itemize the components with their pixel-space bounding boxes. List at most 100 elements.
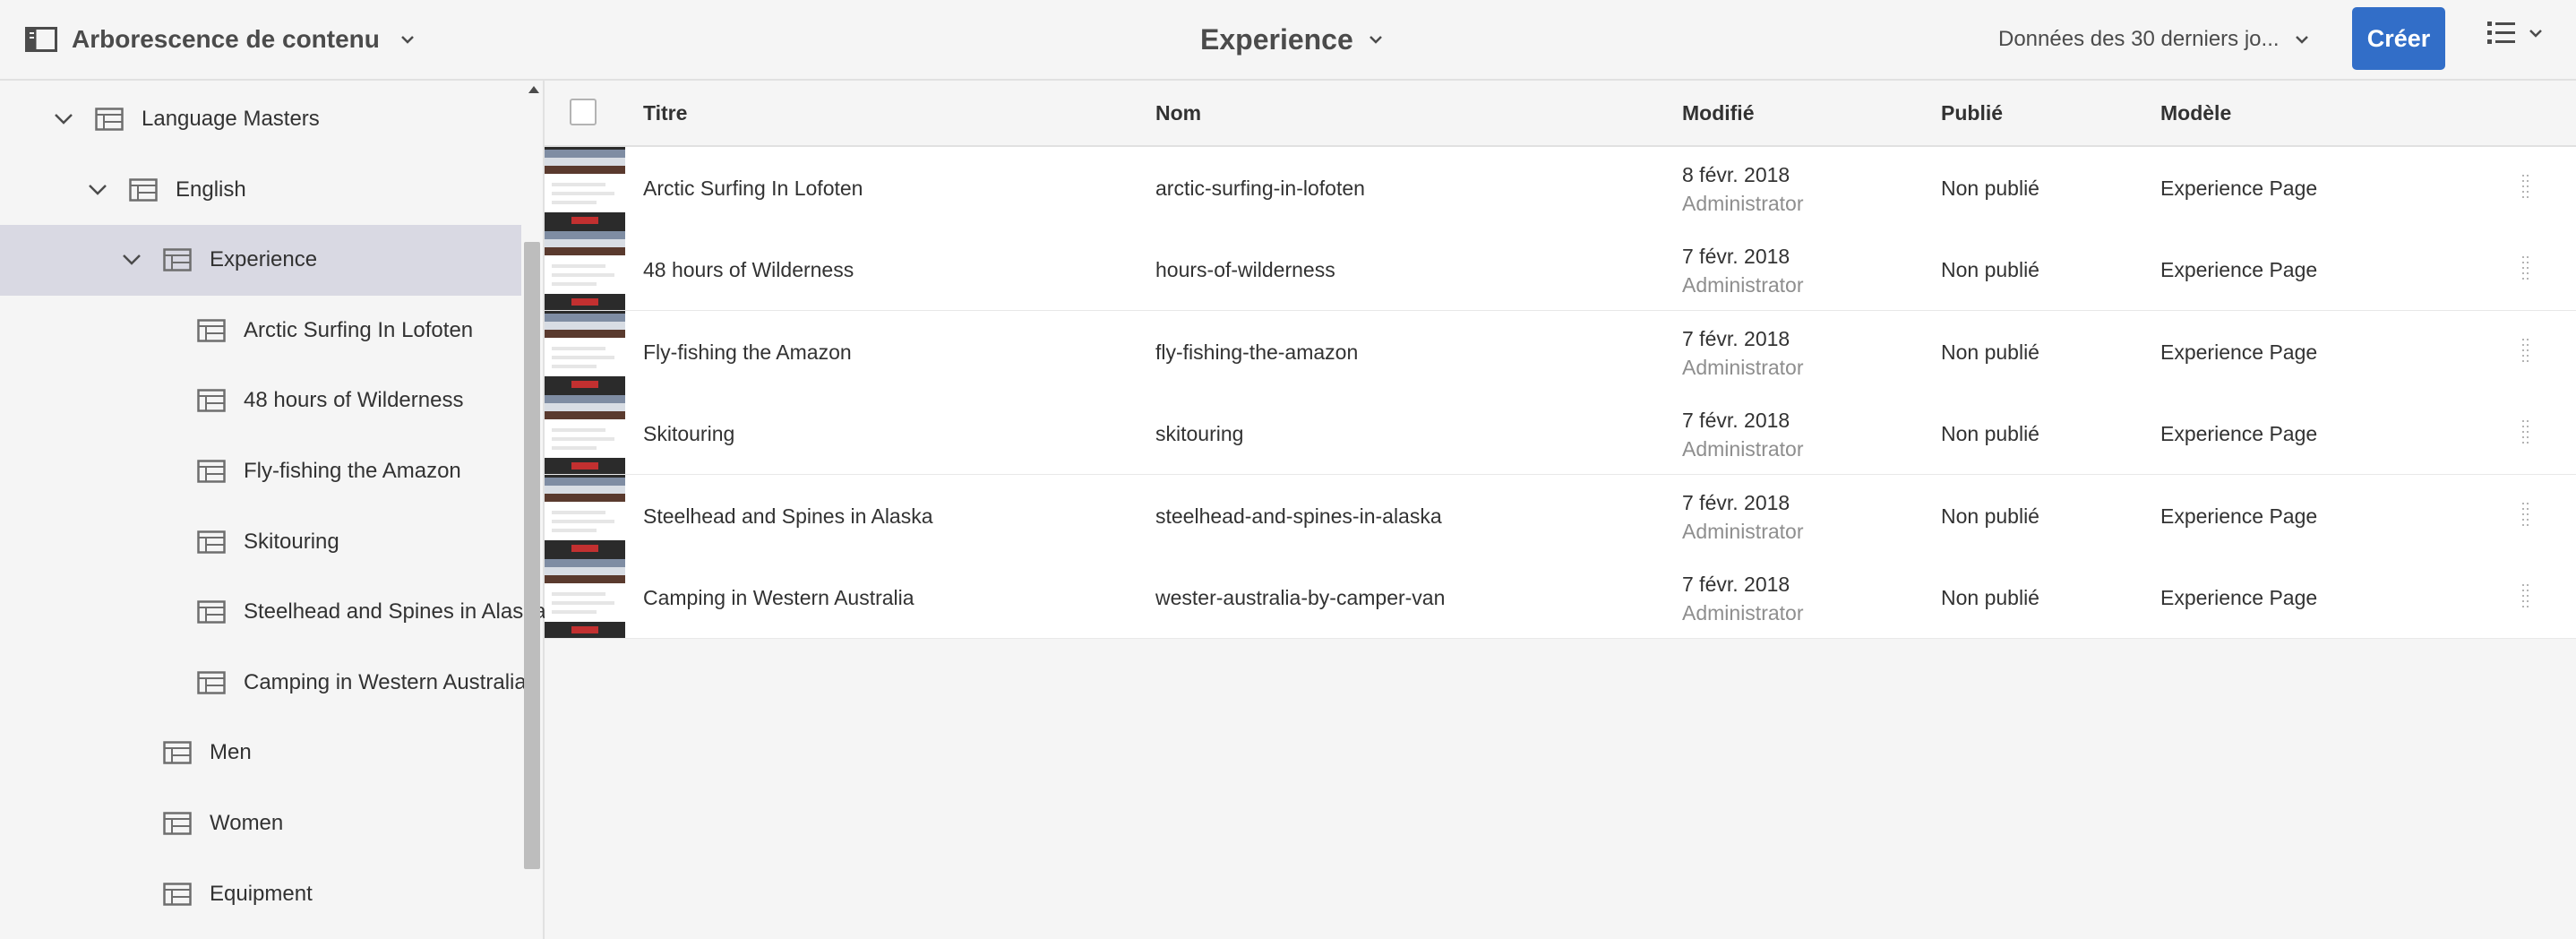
chevron-down-icon[interactable] <box>50 106 77 133</box>
cell-template: Experience Page <box>2160 586 2318 609</box>
rail-title[interactable]: Arborescence de contenu <box>72 25 380 54</box>
create-button[interactable]: Créer <box>2352 7 2445 70</box>
chevron-down-icon[interactable] <box>118 246 145 273</box>
tree-item[interactable]: Skitouring <box>0 507 521 578</box>
table-row[interactable]: 48 hours of Wilderness hours-of-wildernes… <box>545 228 2576 312</box>
thumbnail-text-line <box>552 346 605 350</box>
page-thumbnail[interactable] <box>545 147 625 228</box>
tree-item[interactable]: Language Masters <box>0 84 521 155</box>
chevron-down-icon[interactable] <box>1364 28 1387 51</box>
column-header-title[interactable]: Titre <box>643 81 687 145</box>
thumbnail-text-line <box>552 183 605 186</box>
tree-item-label: Women <box>210 811 284 835</box>
tree-item[interactable]: Arctic Surfing In Lofoten <box>0 296 521 366</box>
chevron-down-icon[interactable] <box>2290 28 2314 51</box>
cell-title[interactable]: Camping in Western Australia <box>643 586 914 610</box>
cell-title[interactable]: Fly-fishing the Amazon <box>643 340 852 365</box>
column-header-modified[interactable]: Modifié <box>1682 81 1755 145</box>
drag-handle-icon[interactable] <box>2522 419 2529 446</box>
list-view-icon[interactable] <box>2486 20 2517 47</box>
tree-item[interactable]: English <box>0 155 521 226</box>
thumbnail-text-line <box>552 510 605 514</box>
thumbnail-text-line <box>552 528 597 532</box>
cell-published: Non publié <box>1941 586 2039 609</box>
rail-toggle-icon[interactable] <box>25 27 57 52</box>
sidebar-scroll-thumb[interactable] <box>524 242 540 869</box>
cell-name: wester-australia-by-camper-van <box>1155 586 1446 609</box>
cell-name: skitouring <box>1155 422 1244 446</box>
cell-template: Experience Page <box>2160 504 2318 528</box>
table-row[interactable]: Arctic Surfing In Lofoten arctic-surfing-… <box>545 147 2576 229</box>
rail-toggle[interactable]: Arborescence de contenu <box>25 20 419 59</box>
page-icon <box>197 671 226 694</box>
page-icon <box>197 389 226 413</box>
tree-item[interactable]: Fly-fishing the Amazon <box>0 436 521 507</box>
page-icon <box>197 460 226 483</box>
thumbnail-accent <box>571 462 598 470</box>
tree-item[interactable]: Camping in Western Australia <box>0 648 527 719</box>
cell-modified-by: Administrator <box>1682 437 1804 461</box>
cell-modified: 8 févr. 2018 <box>1682 163 1790 186</box>
column-header-published[interactable]: Publié <box>1941 81 2003 145</box>
chevron-down-icon[interactable] <box>396 28 419 51</box>
cell-title[interactable]: Skitouring <box>643 422 734 446</box>
page-thumbnail[interactable] <box>545 392 625 475</box>
thumbnail-text-line <box>552 428 605 433</box>
drag-handle-icon[interactable] <box>2522 338 2529 365</box>
page-thumbnail[interactable] <box>545 556 625 638</box>
page-icon <box>95 108 124 131</box>
select-all-checkbox[interactable] <box>570 99 597 125</box>
thumbnail-hero <box>545 310 625 338</box>
breadcrumb[interactable]: Experience <box>1200 20 1387 59</box>
chevron-down-icon[interactable] <box>2524 22 2547 45</box>
page-thumbnail[interactable] <box>545 474 625 556</box>
drag-handle-icon[interactable] <box>2522 255 2529 282</box>
page-icon <box>163 812 192 835</box>
tree-item-label: Experience <box>210 247 318 272</box>
cell-modified-by: Administrator <box>1682 273 1804 297</box>
date-range-label[interactable]: Données des 30 derniers jo... <box>1998 27 2280 52</box>
cell-title[interactable]: 48 hours of Wilderness <box>643 258 854 282</box>
table-row[interactable]: Camping in Western Australia wester-austr… <box>545 556 2576 639</box>
thumbnail-text-line <box>552 437 614 442</box>
date-range-select[interactable]: Données des 30 derniers jo... <box>1998 20 2314 59</box>
thumbnail-hero <box>545 474 625 502</box>
tree-item[interactable]: 48 hours of Wilderness <box>0 366 521 436</box>
tree-item[interactable]: Men <box>0 718 521 788</box>
drag-handle-icon[interactable] <box>2522 502 2529 529</box>
tree-item[interactable]: Women <box>0 788 521 859</box>
drag-handle-icon[interactable] <box>2522 174 2529 201</box>
cell-modified-by: Administrator <box>1682 519 1804 543</box>
page-thumbnail[interactable] <box>545 228 625 311</box>
table-row[interactable]: Steelhead and Spines in Alaska steelhead-… <box>545 474 2576 557</box>
chevron-down-icon[interactable] <box>84 177 111 203</box>
tree-item[interactable]: Experience <box>0 225 521 297</box>
view-switcher[interactable] <box>2486 20 2547 47</box>
cell-modified: 7 févr. 2018 <box>1682 245 1790 269</box>
table-header: Titre Nom Modifié Publié Modèle <box>545 81 2576 147</box>
column-header-name[interactable]: Nom <box>1155 81 1201 145</box>
thumbnail-accent <box>571 217 598 224</box>
thumbnail-text-line <box>552 201 597 204</box>
tree-item-label: Arctic Surfing In Lofoten <box>244 317 474 342</box>
page-thumbnail[interactable] <box>545 310 625 392</box>
cell-published: Non publié <box>1941 258 2039 282</box>
column-header-template[interactable]: Modèle <box>2160 81 2231 145</box>
drag-handle-icon[interactable] <box>2522 583 2529 610</box>
tree-item[interactable]: Steelhead and Spines in Alaska <box>0 577 546 648</box>
cell-title[interactable]: Arctic Surfing In Lofoten <box>643 177 863 201</box>
tree-item[interactable]: Equipment <box>0 859 521 930</box>
cell-title[interactable]: Steelhead and Spines in Alaska <box>643 504 933 529</box>
page-icon <box>197 319 226 342</box>
breadcrumb-current[interactable]: Experience <box>1200 23 1353 56</box>
table-row[interactable]: Fly-fishing the Amazon fly-fishing-the-am… <box>545 310 2576 393</box>
cell-modified: 7 févr. 2018 <box>1682 490 1790 514</box>
thumbnail-accent <box>571 380 598 388</box>
tree-item-label: English <box>176 177 246 202</box>
scroll-up-arrow-icon[interactable] <box>528 86 539 93</box>
cell-published: Non publié <box>1941 177 2039 200</box>
table-row[interactable]: Skitouring skitouring 7 févr. 2018 Non publ… <box>545 392 2576 476</box>
cell-name: hours-of-wilderness <box>1155 258 1335 282</box>
thumbnail-hero <box>545 556 625 583</box>
thumbnail-text-line <box>552 446 597 451</box>
